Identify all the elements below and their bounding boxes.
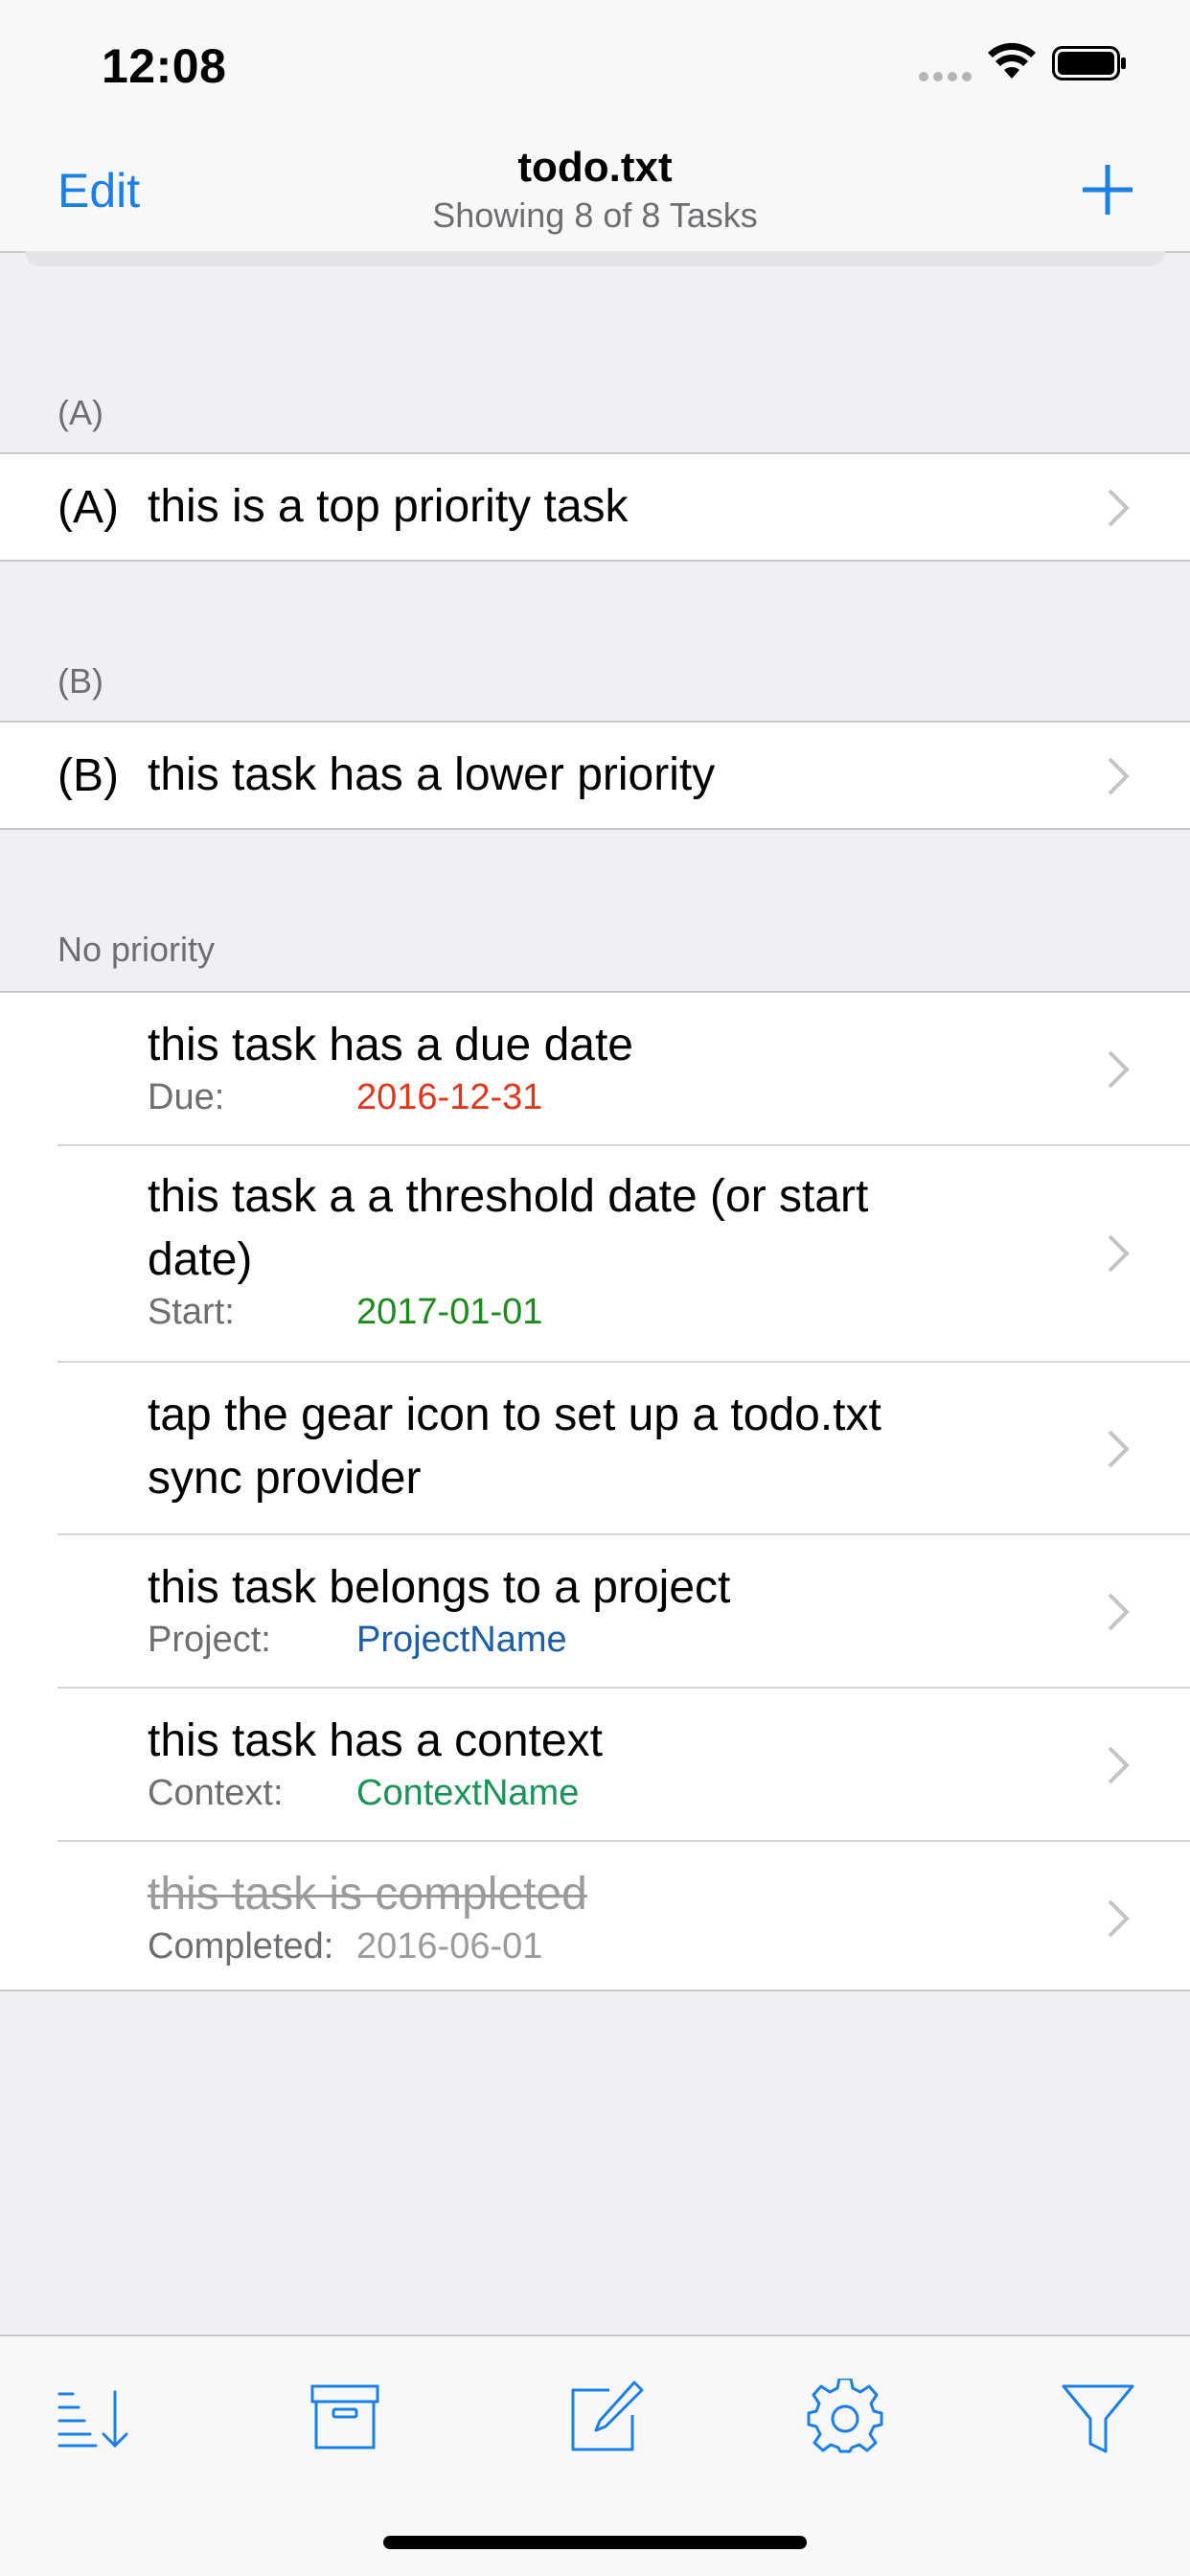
- context-value: ContextName: [356, 1773, 580, 1813]
- chevron-right-icon: [1108, 1430, 1130, 1468]
- chevron-right-icon: [1108, 1050, 1130, 1089]
- start-date-value: 2017-01-01: [356, 1292, 543, 1332]
- sort-icon[interactable]: [56, 2379, 132, 2455]
- task-row[interactable]: (B) this task has a lower priority: [0, 723, 1190, 828]
- task-text: this task has a context: [148, 1715, 603, 1766]
- section-header-b: (B): [57, 661, 103, 701]
- section-header-a: (A): [57, 393, 103, 432]
- task-text: this is a top priority task: [148, 481, 629, 532]
- search-bar-edge: [25, 251, 1165, 266]
- chevron-right-icon: [1108, 1899, 1130, 1938]
- task-row[interactable]: this task has a context Context: Context…: [0, 1689, 1190, 1842]
- task-text: this task has a due date: [148, 1020, 633, 1070]
- status-bar: 12:08: [0, 0, 1190, 126]
- project-value: ProjectName: [356, 1620, 567, 1660]
- compose-icon[interactable]: [567, 2379, 644, 2455]
- task-priority: (B): [57, 750, 119, 801]
- task-text: this task has a lower priority: [148, 749, 716, 800]
- task-meta-label: Due:: [148, 1077, 225, 1117]
- chevron-right-icon: [1108, 1746, 1130, 1784]
- home-indicator: [383, 2536, 807, 2549]
- filter-icon[interactable]: [1060, 2379, 1136, 2455]
- task-meta-label: Project:: [148, 1620, 271, 1660]
- page-title: todo.txt: [517, 144, 673, 191]
- status-time: 12:08: [102, 39, 227, 93]
- task-text: tap the gear icon to set up a todo.txt s…: [148, 1390, 881, 1504]
- completed-date-value: 2016-06-01: [356, 1926, 543, 1966]
- task-count-subtitle: Showing 8 of 8 Tasks: [432, 196, 758, 235]
- battery-icon: [1052, 46, 1126, 80]
- wifi-icon: [988, 42, 1036, 79]
- task-text: this task belongs to a project: [148, 1562, 731, 1613]
- add-task-button[interactable]: [1079, 161, 1136, 218]
- chevron-right-icon: [1108, 489, 1130, 527]
- gear-icon[interactable]: [807, 2379, 883, 2455]
- task-row[interactable]: (A) this is a top priority task: [0, 454, 1190, 560]
- task-meta-label: Context:: [148, 1773, 284, 1813]
- task-row[interactable]: this task a a threshold date (or start d…: [0, 1146, 1190, 1363]
- section-a-group: (A) this is a top priority task: [0, 452, 1190, 562]
- due-date-value: 2016-12-31: [356, 1077, 543, 1117]
- section-b-group: (B) this task has a lower priority: [0, 721, 1190, 830]
- chevron-right-icon: [1108, 757, 1130, 795]
- task-meta-label: Start:: [148, 1292, 235, 1332]
- archive-icon[interactable]: [307, 2379, 383, 2455]
- task-row[interactable]: this task has a due date Due: 2016-12-31: [0, 993, 1190, 1146]
- task-meta-label: Completed:: [148, 1926, 334, 1966]
- task-row[interactable]: this task is completed Completed: 2016-0…: [0, 1842, 1190, 1991]
- chevron-right-icon: [1108, 1234, 1130, 1273]
- task-text: this task a a threshold date (or start d…: [148, 1171, 869, 1285]
- task-priority: (A): [57, 482, 119, 533]
- signal-icon: [919, 72, 972, 81]
- navigation-bar: Edit todo.txt Showing 8 of 8 Tasks: [0, 126, 1190, 253]
- task-row[interactable]: tap the gear icon to set up a todo.txt s…: [0, 1363, 1190, 1535]
- section-no-priority-group: this task has a due date Due: 2016-12-31…: [0, 991, 1190, 1991]
- task-text-completed: this task is completed: [148, 1869, 587, 1920]
- task-row[interactable]: this task belongs to a project Project: …: [0, 1535, 1190, 1689]
- section-header-no-priority: No priority: [57, 930, 216, 969]
- chevron-right-icon: [1108, 1593, 1130, 1631]
